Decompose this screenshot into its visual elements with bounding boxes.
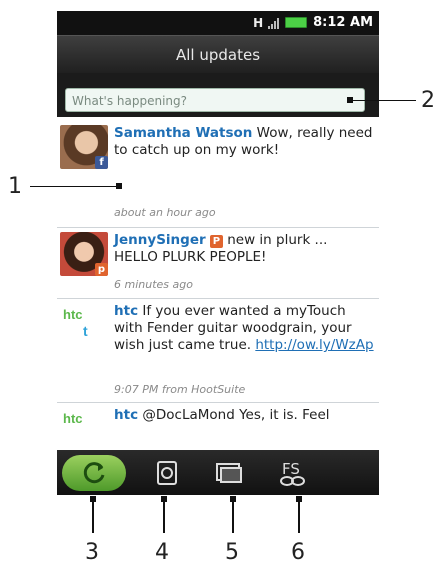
bottom-toolbar: FS [57,450,379,495]
callout-6: 6 [291,540,305,565]
signal-icon [268,17,280,29]
compose-bar: What's happening? [57,73,379,117]
callout-2: 2 [421,88,433,113]
post-author[interactable]: htc [114,303,138,319]
fs-label: FS [282,460,300,478]
post-text: JennySinger P new in plurk ... HELLO PLU… [114,232,374,266]
link-icon: FS [280,460,305,486]
callout-dot-2 [347,97,353,103]
status-update-placeholder: What's happening? [72,94,188,108]
callout-5: 5 [225,540,239,565]
friend-stream-button[interactable]: FS [271,450,315,495]
update-feed[interactable]: f Samantha Watson Wow, really need to ca… [57,121,379,451]
facebook-icon: f [95,156,108,169]
feed-item[interactable]: f Samantha Watson Wow, really need to ca… [57,121,379,228]
post-link[interactable]: http://ow.ly/WzAp [255,337,373,353]
page-title: All updates [175,46,261,64]
htc-logo-text: htc [63,411,83,426]
post-text: Samantha Watson Wow, really need to catc… [114,125,374,159]
callout-1: 1 [8,174,22,199]
plurk-badge-icon: P [209,235,223,248]
phone-screen: H 8:12 AM All updates What's happening? … [57,11,379,495]
callout-line-1 [30,186,120,187]
htc-logo-icon[interactable]: htc [63,411,107,449]
avatar[interactable]: f [60,125,108,169]
callout-4: 4 [155,540,169,565]
feed-item[interactable]: htc t htc If you ever wanted a myTouch w… [57,299,379,403]
refresh-button[interactable] [59,450,129,495]
post-body: @DocLaMond Yes, it is. Feel [138,407,330,423]
post-text: htc @DocLaMond Yes, it is. Feel [114,407,374,424]
status-update-input[interactable]: What's happening? [65,88,365,112]
accounts-icon [157,460,177,485]
post-time: 6 minutes ago [114,278,193,291]
callout-line-5 [232,499,234,533]
callout-line-3 [92,499,94,533]
photos-button[interactable] [207,450,251,495]
avatar[interactable]: p [60,232,108,276]
battery-icon [285,17,308,28]
feed-item[interactable]: p JennySinger P new in plurk ... HELLO P… [57,228,379,299]
title-bar: All updates [57,35,379,74]
status-bar: H 8:12 AM [57,11,379,35]
post-time: 9:07 PM from HootSuite [114,383,246,396]
post-text: htc If you ever wanted a myTouch with Fe… [114,303,374,354]
callout-line-6 [298,499,300,533]
callout-3: 3 [85,540,99,565]
refresh-icon [83,461,105,483]
plurk-icon: p [95,263,108,276]
feed-item[interactable]: htc htc @DocLaMond Yes, it is. Feel [57,403,379,451]
post-author[interactable]: Samantha Watson [114,125,252,141]
post-author[interactable]: htc [114,407,138,423]
data-connection-icon: H [253,15,263,30]
post-author[interactable]: JennySinger [114,232,206,248]
twitter-icon: t [83,323,88,339]
callout-line-4 [163,499,165,533]
accounts-button[interactable] [145,450,189,495]
post-time: about an hour ago [114,206,216,219]
htc-logo-icon[interactable]: htc t [63,307,107,345]
callout-dot-1 [116,183,122,189]
htc-logo-text: htc [63,307,83,322]
clock: 8:12 AM [313,15,373,30]
callout-line-2 [350,100,416,101]
photos-icon [216,462,242,483]
